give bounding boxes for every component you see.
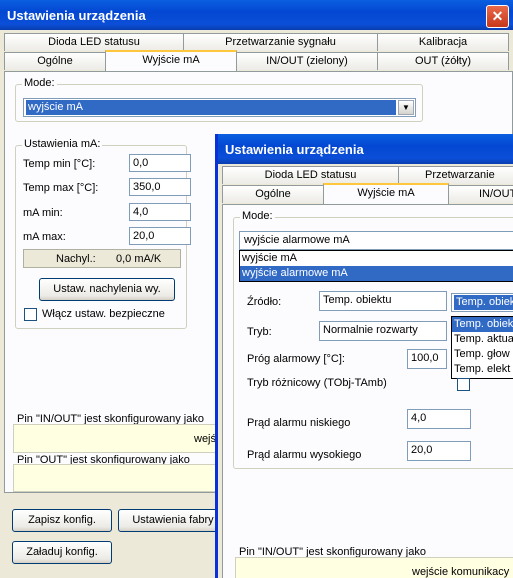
low-alarm-label: Prąd alarmu niskiego bbox=[247, 417, 351, 429]
low-alarm-input[interactable]: 4,0 bbox=[407, 409, 471, 429]
source-selected-value: Temp. obiek bbox=[454, 295, 513, 310]
back-window-title: Ustawienia urządzenia bbox=[7, 8, 146, 23]
slope-settings-button[interactable]: Ustaw. nachylenia wy. bbox=[39, 278, 175, 301]
high-alarm-label: Prąd alarmu wysokiego bbox=[247, 449, 362, 461]
temp-max-label: Temp max [°C]: bbox=[23, 182, 99, 194]
close-icon: ✕ bbox=[491, 8, 504, 24]
mode-option-selected[interactable]: wyjście alarmowe mA bbox=[240, 266, 513, 281]
ma-min-label: mA min: bbox=[23, 207, 63, 219]
ma-max-label: mA max: bbox=[23, 231, 66, 243]
front-tab-panel: Mode: wyjście alarmowe mA wyjście mA wyj… bbox=[222, 204, 513, 578]
mode2-input[interactable]: Normalnie rozwarty bbox=[319, 321, 447, 341]
mode-selected-value: wyjście mA bbox=[26, 100, 396, 115]
source-input: Temp. obiektu bbox=[319, 291, 447, 311]
back-titlebar[interactable]: Ustawienia urządzenia ✕ bbox=[0, 0, 513, 30]
factory-settings-button[interactable]: Ustawienia fabry bbox=[118, 509, 228, 532]
pin-inout-value: wejś bbox=[194, 433, 217, 445]
front-window-title: Ustawienia urządzenia bbox=[225, 142, 364, 157]
chevron-down-icon[interactable]: ▼ bbox=[398, 100, 414, 115]
safe-settings-label: Włącz ustaw. bezpieczne bbox=[42, 308, 165, 320]
front-tab-signal-processing[interactable]: Przetwarzanie bbox=[398, 166, 513, 184]
pin-inout-info: wejś bbox=[13, 424, 245, 453]
front-tab-led-status[interactable]: Dioda LED statusu bbox=[222, 166, 399, 184]
safe-settings-checkbox[interactable] bbox=[24, 308, 37, 321]
mode-select[interactable]: wyjście mA ▼ bbox=[23, 98, 416, 117]
slope-label: Nachyl.: bbox=[56, 253, 96, 265]
mode-option[interactable]: wyjście mA bbox=[240, 251, 513, 266]
source-option[interactable]: Temp. głow bbox=[452, 347, 513, 362]
tab-ma-output[interactable]: Wyjście mA bbox=[105, 50, 237, 71]
ma-max-input[interactable]: 20,0 bbox=[129, 227, 191, 245]
tab-calibration[interactable]: Kalibracja bbox=[377, 33, 509, 51]
source-select[interactable]: Temp. obiek bbox=[451, 293, 513, 312]
ma-settings-label: Ustawienia mA: bbox=[22, 138, 103, 150]
source-label: Źródło: bbox=[247, 296, 282, 308]
front-pin-inout-info: wejście komunikacy bbox=[235, 557, 513, 578]
diff-mode-checkbox[interactable] bbox=[457, 378, 470, 391]
front-mode-select[interactable]: wyjście alarmowe mA bbox=[239, 231, 513, 250]
source-option[interactable]: Temp. elekt bbox=[452, 362, 513, 377]
tab-led-status[interactable]: Dioda LED statusu bbox=[4, 33, 184, 51]
front-mode-label: Mode: bbox=[240, 210, 275, 222]
tab-inout-green[interactable]: IN/OUT (zielony) bbox=[236, 52, 378, 70]
temp-min-input[interactable]: 0,0 bbox=[129, 154, 191, 172]
close-button[interactable]: ✕ bbox=[486, 5, 509, 28]
tab-out-yellow[interactable]: OUT (żółty) bbox=[377, 52, 509, 70]
front-tab-general[interactable]: Ogólne bbox=[222, 185, 324, 203]
front-titlebar[interactable]: Ustawienia urządzenia bbox=[218, 134, 513, 164]
source-dropdown: Temp. obiek Temp. aktua Temp. głow Temp.… bbox=[451, 316, 513, 379]
threshold-label: Próg alarmowy [°C]: bbox=[247, 353, 345, 365]
front-tab-inout[interactable]: IN/OUT bbox=[448, 185, 513, 203]
slope-value: 0,0 mA/K bbox=[116, 253, 162, 265]
source-option-selected[interactable]: Temp. obiek bbox=[452, 317, 513, 332]
temp-min-label: Temp min [°C]: bbox=[23, 158, 96, 170]
front-mode-dropdown: wyjście mA wyjście alarmowe mA bbox=[239, 250, 513, 282]
mode-label: Mode: bbox=[22, 77, 57, 89]
slope-status: Nachyl.: 0,0 mA/K bbox=[23, 249, 181, 268]
pin-out-info bbox=[13, 464, 245, 492]
source-option[interactable]: Temp. aktua bbox=[452, 332, 513, 347]
tab-general[interactable]: Ogólne bbox=[4, 52, 106, 70]
front-window: Ustawienia urządzenia Dioda LED statusu … bbox=[215, 134, 513, 578]
ma-min-input[interactable]: 4,0 bbox=[129, 203, 191, 221]
front-tab-ma-output[interactable]: Wyjście mA bbox=[323, 183, 449, 204]
temp-max-input[interactable]: 350,0 bbox=[129, 178, 191, 196]
load-config-button[interactable]: Załaduj konfig. bbox=[12, 541, 112, 564]
mode2-label: Tryb: bbox=[247, 326, 272, 338]
save-config-button[interactable]: Zapisz konfig. bbox=[12, 509, 112, 532]
tab-signal-processing[interactable]: Przetwarzanie sygnału bbox=[183, 33, 378, 51]
high-alarm-input[interactable]: 20,0 bbox=[407, 441, 471, 461]
front-pin-inout-value: wejście komunikacy bbox=[412, 566, 510, 578]
threshold-input[interactable]: 100,0 bbox=[407, 349, 447, 369]
front-mode-value: wyjście alarmowe mA bbox=[244, 234, 350, 246]
diff-mode-label: Tryb różnicowy (TObj-TAmb) bbox=[247, 377, 387, 389]
